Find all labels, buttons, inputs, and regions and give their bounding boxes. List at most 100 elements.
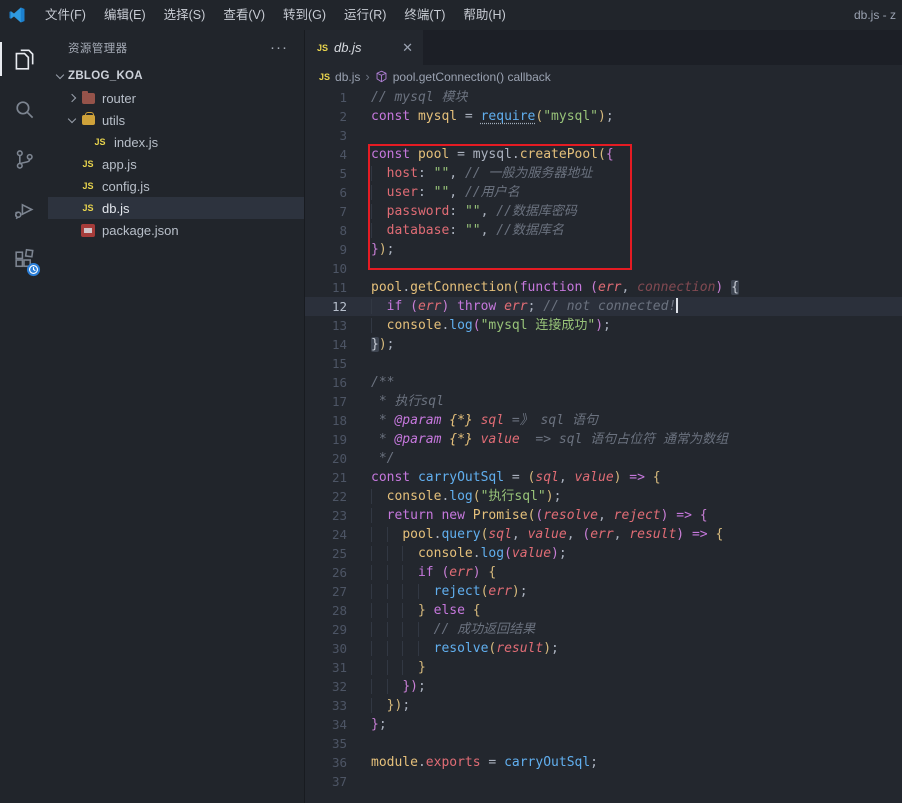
code-token: throw — [457, 299, 496, 314]
code-line-13[interactable]: 13 console.log("mysql 连接成功"); — [305, 316, 902, 335]
code-editor[interactable]: 1// mysql 模块2const mysql = require("mysq… — [305, 88, 902, 803]
code-line-25[interactable]: 25 console.log(value); — [305, 544, 902, 563]
code-line-36[interactable]: 36module.exports = carryOutSql; — [305, 753, 902, 772]
code-token: new — [434, 508, 473, 523]
tree-item-db-js[interactable]: JSdb.js — [48, 197, 304, 219]
breadcrumb-symbol[interactable]: pool.getConnection() callback — [393, 70, 551, 84]
code-token: value — [575, 470, 614, 485]
code-line-32[interactable]: 32 }); — [305, 677, 902, 696]
code-token: ( — [582, 527, 590, 542]
code-token — [402, 622, 418, 637]
code-line-10[interactable]: 10 — [305, 259, 902, 278]
menu-item-f[interactable]: 文件(F) — [36, 0, 95, 30]
code-token: function — [520, 280, 583, 295]
tree-item-router[interactable]: router — [48, 87, 304, 109]
tree-item-zblog-koa[interactable]: ZBLOG_KOA — [48, 65, 304, 87]
code-token: , — [481, 223, 497, 238]
code-line-20[interactable]: 20 */ — [305, 449, 902, 468]
line-number: 9 — [305, 240, 347, 259]
breadcrumb-file[interactable]: db.js — [335, 70, 360, 84]
tree-item-config-js[interactable]: JSconfig.js — [48, 175, 304, 197]
file-tree: ZBLOG_KOArouterutilsJSindex.jsJSapp.jsJS… — [48, 65, 304, 241]
code-line-27[interactable]: 27 reject(err); — [305, 582, 902, 601]
code-token: ; — [551, 641, 559, 656]
code-line-5[interactable]: 5 host: "", // 一般为服务器地址 — [305, 164, 902, 183]
code-line-17[interactable]: 17 * 执行sql — [305, 392, 902, 411]
code-token: mysql — [418, 109, 457, 124]
code-token — [371, 622, 387, 637]
menu-item-s[interactable]: 选择(S) — [155, 0, 215, 30]
code-line-28[interactable]: 28 } else { — [305, 601, 902, 620]
code-token: { — [606, 147, 614, 162]
line-number: 10 — [305, 259, 347, 278]
menu-item-t[interactable]: 终端(T) — [395, 0, 454, 30]
code-line-31[interactable]: 31 } — [305, 658, 902, 677]
code-token — [723, 280, 731, 295]
code-token: = — [449, 147, 472, 162]
tree-item-utils[interactable]: utils — [48, 109, 304, 131]
line-content: }); — [347, 240, 394, 259]
activity-explorer-icon[interactable] — [0, 34, 48, 84]
activity-source-control-icon[interactable] — [0, 134, 48, 184]
code-line-26[interactable]: 26 if (err) { — [305, 563, 902, 582]
menu-item-v[interactable]: 查看(V) — [214, 0, 274, 30]
code-token — [449, 299, 457, 314]
code-token — [371, 185, 387, 200]
code-line-19[interactable]: 19 * @param {*} value => sql 语句占位符 通常为数组 — [305, 430, 902, 449]
code-line-30[interactable]: 30 resolve(result); — [305, 639, 902, 658]
code-line-15[interactable]: 15 — [305, 354, 902, 373]
code-line-24[interactable]: 24 pool.query(sql, value, (err, result) … — [305, 525, 902, 544]
activity-extensions-icon[interactable] — [0, 234, 48, 284]
code-line-1[interactable]: 1// mysql 模块 — [305, 88, 902, 107]
code-line-37[interactable]: 37 — [305, 772, 902, 791]
code-line-22[interactable]: 22 console.log("执行sql"); — [305, 487, 902, 506]
code-line-3[interactable]: 3 — [305, 126, 902, 145]
close-tab-icon[interactable]: ✕ — [400, 40, 415, 56]
window-title: db.js - z — [854, 0, 896, 30]
code-token: database — [387, 223, 450, 238]
code-line-6[interactable]: 6 user: "", //用户名 — [305, 183, 902, 202]
activity-bar — [0, 30, 48, 803]
code-token — [371, 508, 387, 523]
code-line-18[interactable]: 18 * @param {*} sql =》 sql 语句 — [305, 411, 902, 430]
code-line-7[interactable]: 7 password: "", //数据库密码 — [305, 202, 902, 221]
tab-db-js[interactable]: JS db.js ✕ — [305, 30, 423, 65]
more-actions-icon[interactable]: ··· — [266, 39, 292, 56]
code-token — [387, 527, 403, 542]
code-line-2[interactable]: 2const mysql = require("mysql"); — [305, 107, 902, 126]
menu-item-e[interactable]: 编辑(E) — [95, 0, 155, 30]
code-token: // mysql 模块 — [371, 90, 467, 105]
menu-item-r[interactable]: 运行(R) — [335, 0, 395, 30]
code-token: => — [684, 527, 715, 542]
code-token — [387, 622, 403, 637]
menu-item-g[interactable]: 转到(G) — [274, 0, 335, 30]
menu-item-h[interactable]: 帮助(H) — [454, 0, 514, 30]
activity-search-icon[interactable] — [0, 84, 48, 134]
folder-utils-icon — [80, 112, 96, 128]
tree-item-app-js[interactable]: JSapp.js — [48, 153, 304, 175]
code-line-23[interactable]: 23 return new Promise((resolve, reject) … — [305, 506, 902, 525]
code-token: return — [387, 508, 434, 523]
code-token — [402, 603, 418, 618]
code-token: //数据库密码 — [496, 204, 577, 219]
line-content: pool.getConnection(function (err, connec… — [347, 278, 739, 297]
code-line-21[interactable]: 21const carryOutSql = (sql, value) => { — [305, 468, 902, 487]
code-line-4[interactable]: 4const pool = mysql.createPool({ — [305, 145, 902, 164]
line-number: 18 — [305, 411, 347, 430]
code-token — [371, 299, 387, 314]
code-line-12[interactable]: 12 if (err) throw err; // not connected! — [305, 297, 902, 316]
code-line-34[interactable]: 34}; — [305, 715, 902, 734]
tree-item-package-json[interactable]: package.json — [48, 219, 304, 241]
line-content: const mysql = require("mysql"); — [347, 107, 614, 126]
code-line-14[interactable]: 14}); — [305, 335, 902, 354]
tree-item-index-js[interactable]: JSindex.js — [48, 131, 304, 153]
code-line-16[interactable]: 16/** — [305, 373, 902, 392]
code-token — [402, 546, 418, 561]
code-line-11[interactable]: 11pool.getConnection(function (err, conn… — [305, 278, 902, 297]
code-line-29[interactable]: 29 // 成功返回结果 — [305, 620, 902, 639]
code-line-8[interactable]: 8 database: "", //数据库名 — [305, 221, 902, 240]
code-line-35[interactable]: 35 — [305, 734, 902, 753]
code-line-9[interactable]: 9}); — [305, 240, 902, 259]
activity-run-debug-icon[interactable] — [0, 184, 48, 234]
code-line-33[interactable]: 33 }); — [305, 696, 902, 715]
